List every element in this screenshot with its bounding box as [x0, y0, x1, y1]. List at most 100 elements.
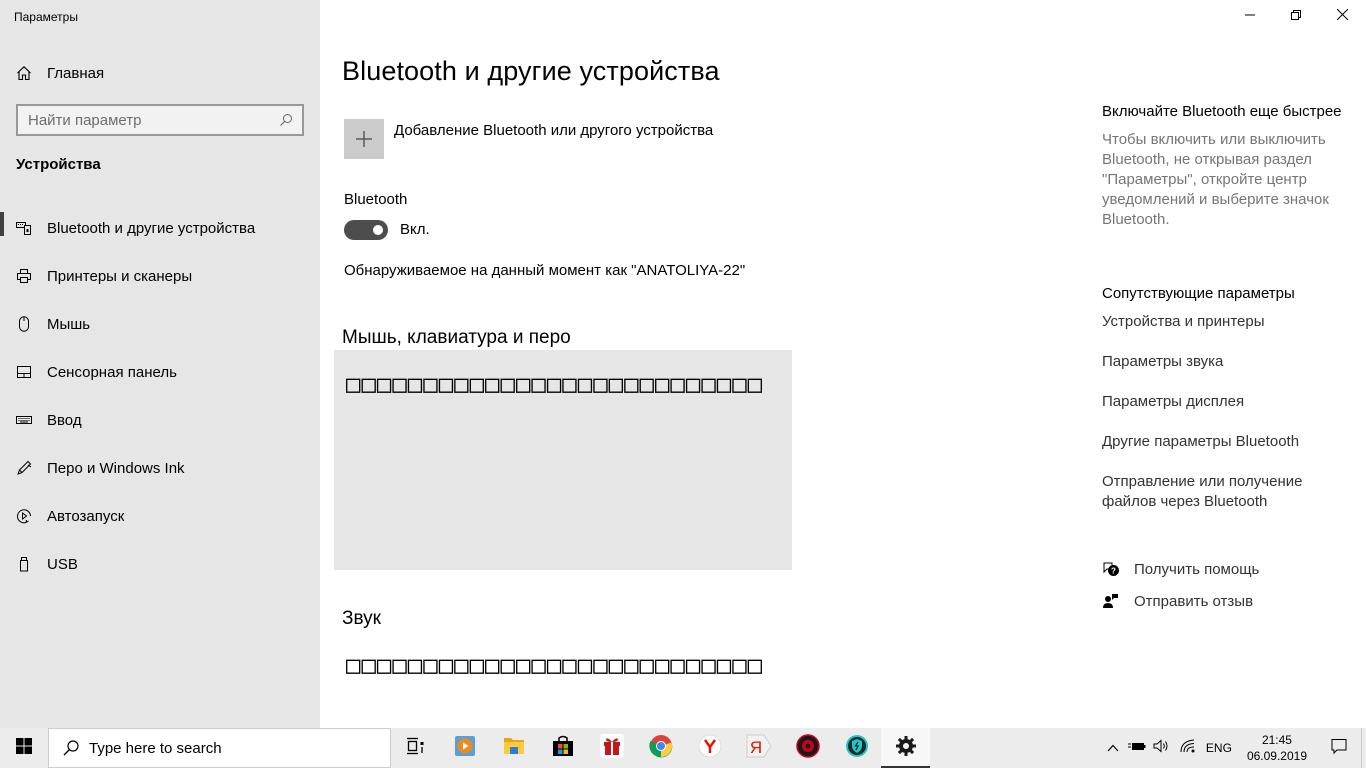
taskbar-app-microsoft-store[interactable]	[538, 728, 587, 768]
sidebar-nav: Bluetooth и другие устройства Принтеры и…	[0, 204, 320, 588]
get-help-label: Получить помощь	[1134, 560, 1260, 578]
plus-icon	[344, 119, 384, 159]
related-link-sound[interactable]: Параметры звука	[1102, 352, 1342, 372]
taskbar-app-teal-shield[interactable]	[832, 728, 881, 768]
show-desktop-button[interactable]	[1361, 728, 1366, 768]
usb-icon	[16, 556, 32, 572]
section-title: Устройства	[16, 156, 101, 173]
sidebar-item-label: USB	[47, 555, 78, 573]
sidebar-item-printers[interactable]: Принтеры и сканеры	[0, 252, 320, 300]
taskbar-search-box[interactable]: Type here to search	[48, 728, 391, 768]
related-link-display[interactable]: Параметры дисплея	[1102, 392, 1342, 412]
sidebar-item-autoplay[interactable]: Автозапуск	[0, 492, 320, 540]
svg-text:?: ?	[1111, 567, 1116, 576]
close-button[interactable]	[1319, 0, 1365, 32]
tip-text: Чтобы включить или выключить Bluetooth, …	[1102, 131, 1329, 228]
gift-icon	[599, 733, 624, 763]
pen-icon	[16, 460, 32, 476]
related-settings-title: Сопутствующие параметры	[1102, 285, 1295, 302]
settings-gear-icon	[895, 735, 917, 762]
speaker-icon	[1153, 738, 1171, 758]
yandex-icon: Я	[746, 734, 772, 763]
file-explorer-icon	[503, 736, 525, 761]
taskbar: Type here to search Я ENG 21:45 06.09.20…	[0, 728, 1366, 768]
feedback-icon	[1102, 592, 1120, 610]
sidebar-item-usb[interactable]: USB	[0, 540, 320, 588]
help-icon: ?	[1102, 560, 1120, 578]
sidebar-item-pen[interactable]: Перо и Windows Ink	[0, 444, 320, 492]
clock[interactable]: 21:45 06.09.2019	[1247, 728, 1307, 768]
sidebar-item-bluetooth[interactable]: Bluetooth и другие устройства	[0, 204, 320, 252]
bluetooth-devices-icon	[16, 220, 32, 236]
related-link-send-receive-files[interactable]: Отправление или получение файлов через B…	[1102, 472, 1312, 512]
action-center-button[interactable]	[1317, 728, 1361, 768]
main-content: Bluetooth и другие устройства Добавление…	[320, 0, 1366, 728]
sidebar-item-touchpad[interactable]: Сенсорная панель	[0, 348, 320, 396]
sidebar-item-label: Bluetooth и другие устройства	[47, 219, 256, 237]
search-icon[interactable]	[276, 110, 296, 130]
taskbar-app-red-shield[interactable]	[783, 728, 832, 768]
taskbar-app-yandex[interactable]: Я	[734, 728, 783, 768]
task-view-icon	[406, 737, 426, 760]
sidebar-item-typing[interactable]: Ввод	[0, 396, 320, 444]
app-title: Параметры	[14, 10, 78, 24]
clock-time: 21:45	[1261, 733, 1292, 747]
get-help-link[interactable]: ? Получить помощь	[1102, 560, 1259, 578]
toggle-state-label: Вкл.	[400, 221, 430, 238]
volume-button[interactable]	[1149, 728, 1175, 768]
show-hidden-icons-button[interactable]	[1101, 728, 1125, 768]
restore-button[interactable]	[1273, 0, 1319, 32]
send-feedback-label: Отправить отзыв	[1134, 592, 1254, 610]
settings-search-box[interactable]	[16, 104, 304, 136]
related-link-more-bluetooth[interactable]: Другие параметры Bluetooth	[1102, 432, 1342, 452]
bluetooth-label: Bluetooth	[344, 191, 408, 208]
search-icon	[61, 738, 81, 758]
add-device-button[interactable]: Добавление Bluetooth или другого устройс…	[344, 119, 713, 159]
start-button[interactable]	[0, 728, 48, 768]
taskbar-app-task-view[interactable]	[391, 728, 440, 768]
sidebar-item-label: Мышь	[47, 315, 91, 333]
svg-text:Я: Я	[749, 738, 761, 757]
chrome-icon	[648, 734, 673, 763]
discoverable-text: Обнаруживаемое на данный момент как "ANA…	[344, 262, 746, 279]
audio-device-name[interactable]: □□□□□□□□□□□□□□□□□□□□□□□□□□□	[346, 651, 763, 679]
keyboard-icon	[16, 412, 32, 428]
sidebar-item-label: Автозапуск	[47, 507, 125, 525]
taskbar-app-media-player[interactable]	[440, 728, 489, 768]
sidebar-item-label: Принтеры и сканеры	[47, 267, 193, 285]
store-icon	[552, 735, 574, 762]
related-link-devices-printers[interactable]: Устройства и принтеры	[1102, 312, 1342, 332]
clock-date: 06.09.2019	[1246, 749, 1307, 763]
taskbar-app-file-explorer[interactable]	[489, 728, 538, 768]
sidebar-item-label: Сенсорная панель	[47, 363, 177, 381]
media-player-icon	[454, 735, 476, 762]
battery-charging-icon	[1127, 739, 1146, 757]
autoplay-icon	[16, 508, 32, 524]
add-device-label: Добавление Bluetooth или другого устройс…	[394, 122, 714, 139]
teal-shield-icon	[845, 734, 869, 763]
printer-icon	[16, 268, 32, 284]
section-heading-input-devices: Мышь, клавиатура и перо	[342, 327, 571, 348]
bluetooth-toggle[interactable]	[344, 220, 388, 240]
taskbar-app-yandex-browser[interactable]	[685, 728, 734, 768]
tip-title: Включайте Bluetooth еще быстрее	[1102, 103, 1342, 120]
sidebar: Параметры Главная Устройства Bluetooth и…	[0, 0, 320, 728]
chevron-up-icon	[1107, 739, 1119, 757]
minimize-button[interactable]	[1227, 0, 1273, 32]
home-link[interactable]: Главная	[16, 62, 104, 84]
restore-icon	[1291, 7, 1301, 25]
taskbar-app-gift[interactable]	[587, 728, 636, 768]
toggle-knob	[373, 225, 383, 235]
close-icon	[1336, 7, 1348, 25]
input-language-button[interactable]: ENG	[1201, 728, 1237, 768]
minimize-icon	[1245, 7, 1255, 25]
battery-button[interactable]	[1125, 728, 1149, 768]
mouse-icon	[16, 316, 32, 332]
settings-search-input[interactable]	[28, 111, 276, 129]
taskbar-app-chrome[interactable]	[636, 728, 685, 768]
sidebar-item-mouse[interactable]: Мышь	[0, 300, 320, 348]
taskbar-app-settings[interactable]	[881, 728, 930, 768]
input-device-name: □□□□□□□□□□□□□□□□□□□□□□□□□□□	[346, 370, 764, 398]
send-feedback-link[interactable]: Отправить отзыв	[1102, 592, 1253, 610]
network-button[interactable]	[1175, 728, 1201, 768]
